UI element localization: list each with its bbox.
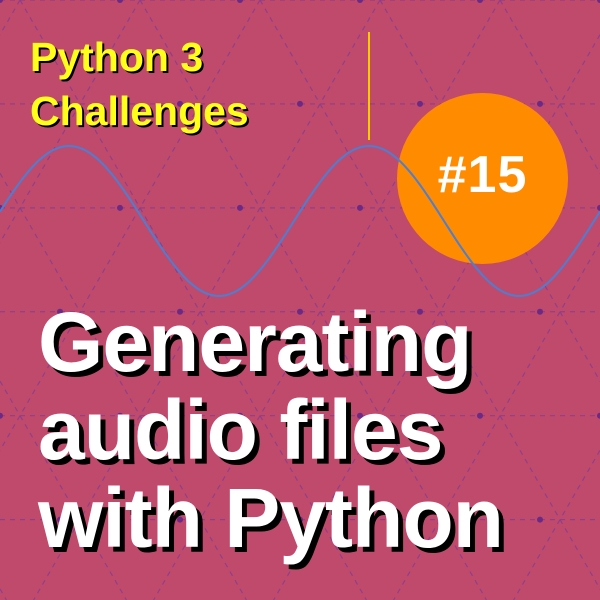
grid-dot [477, 0, 483, 3]
grid-dot [537, 516, 543, 523]
series-title: Python 3 Challenges [30, 30, 249, 138]
series-title-line-1: Python 3 [30, 34, 204, 80]
grid-dot [357, 0, 363, 3]
grid-dot [357, 204, 363, 211]
grid-line [0, 0, 21, 36]
series-title-line-2: Challenges [30, 88, 249, 134]
grid-line [499, 0, 600, 175]
grid-dot [537, 100, 543, 107]
grid-dot [0, 204, 3, 211]
episode-badge: #15 [397, 93, 568, 264]
grid-dot [417, 100, 423, 107]
main-title-line-1: Generating [38, 295, 472, 389]
grid-dot [237, 0, 243, 3]
grid-dot [0, 412, 3, 419]
grid-dot [297, 100, 303, 107]
grid-line [0, 587, 7, 600]
main-title: Generating audio files with Python [38, 295, 504, 565]
grid-dot [0, 0, 3, 3]
cover-canvas: Python 3 Challenges #15 Generating audio… [0, 0, 600, 600]
grid-dot [537, 308, 543, 315]
grid-dot [117, 204, 123, 211]
main-title-line-3: with Python [38, 471, 504, 565]
main-title-line-2: audio files [38, 383, 443, 477]
episode-number: #15 [437, 146, 528, 204]
grid-dot [117, 0, 123, 3]
grid-line [513, 449, 600, 600]
grid-dot [237, 204, 243, 211]
